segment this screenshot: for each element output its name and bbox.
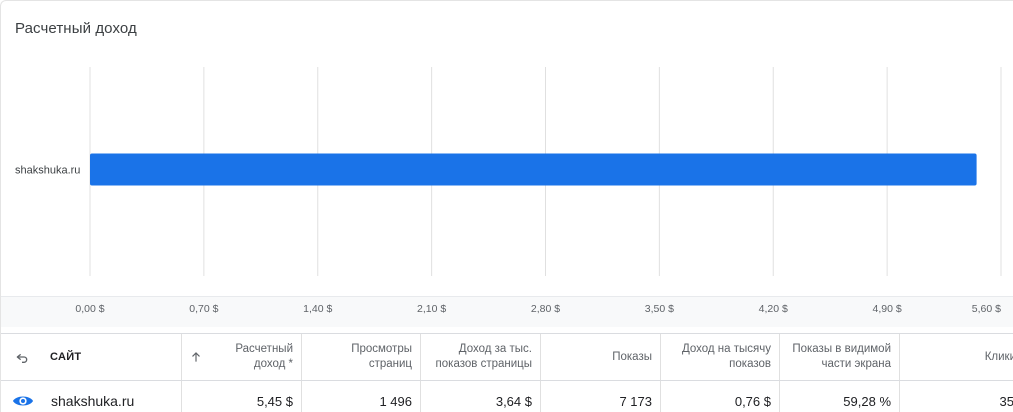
header-pageviews[interactable]: Просмотры страниц (302, 334, 421, 380)
x-tick-label: 0,00 $ (75, 303, 104, 315)
header-impressions-label: Показы (612, 350, 652, 363)
x-tick-label: 2,80 $ (531, 303, 560, 315)
category-labels: shakshuka.ru (15, 165, 80, 177)
x-tick-label: 5,60 $ (972, 303, 1001, 315)
row-impression-rpm: 0,76 $ (661, 381, 780, 412)
row-page-rpm: 3,64 $ (421, 381, 541, 412)
header-rpm-line2: показов страницы (435, 358, 532, 370)
header-page-rpm[interactable]: Доход за тыс. показов страницы (421, 334, 541, 380)
report-table: САЙТ Расчетный доход * Просмотры страниц Д… (1, 333, 1013, 412)
header-clicks-label: Клики (984, 350, 1013, 363)
table-header-row: САЙТ Расчетный доход * Просмотры страниц Д… (1, 334, 1013, 381)
eye-icon[interactable] (12, 393, 34, 409)
x-tick-label: 0,70 $ (189, 303, 218, 315)
header-viewability[interactable]: Показы в видимой части экрана (780, 334, 900, 380)
bars (90, 153, 977, 186)
header-impr-rpm-line1: Доход на тысячу (681, 343, 771, 355)
revenue-card: Расчетный доход shakshuka.ru 0,00 $0,70 … (0, 0, 1013, 412)
undo-arrow-icon[interactable] (14, 349, 30, 365)
header-viewability-line2: части экрана (821, 358, 891, 370)
arrow-up-icon (192, 352, 200, 362)
header-clicks[interactable]: Клики (900, 334, 1013, 380)
revenue-bar-chart: shakshuka.ru 0,00 $ 0,70 $ 1,40 $ 2,10 $ 2,8… (15, 67, 1002, 315)
row-site-cell: shakshuka.ru (1, 381, 182, 412)
header-viewability-line1: Показы в видимой (792, 343, 891, 355)
category-label: shakshuka.ru (15, 165, 80, 177)
header-site-cell: САЙТ (1, 334, 182, 380)
row-clicks: 35 (999, 393, 1013, 409)
header-revenue-line1: Расчетный (235, 343, 293, 355)
header-pageviews-line1: Просмотры (351, 343, 412, 355)
x-tick-label: 2,10 $ (417, 303, 446, 315)
header-impr-rpm-line2: показов (729, 358, 771, 370)
header-rpm-line1: Доход за тыс. (458, 343, 532, 355)
x-tick-label: 4,90 $ (873, 303, 902, 315)
x-tick-label: 4,20 $ (759, 303, 788, 315)
header-revenue[interactable]: Расчетный доход * (182, 334, 302, 380)
header-impressions[interactable]: Показы (541, 334, 661, 380)
row-revenue: 5,45 $ (182, 381, 302, 412)
header-pageviews-line2: страниц (368, 358, 412, 370)
x-tick-labels: 0,00 $ 0,70 $ 1,40 $ 2,10 $ 2,80 $ 3,50 $ 4,20… (75, 303, 1001, 315)
header-revenue-line2: доход * (253, 358, 293, 370)
header-impression-rpm[interactable]: Доход на тысячу показов (661, 334, 780, 380)
row-site-name[interactable]: shakshuka.ru (51, 393, 134, 409)
header-site[interactable]: САЙТ (50, 350, 81, 365)
bar[interactable] (90, 153, 977, 186)
row-pageviews: 1 496 (302, 381, 421, 412)
table-row: shakshuka.ru 5,45 $ 1 496 3,64 $ 7 173 0… (1, 381, 1013, 412)
row-viewability: 59,28 % (780, 381, 900, 412)
x-tick-label: 3,50 $ (645, 303, 674, 315)
row-impressions: 7 173 (541, 381, 661, 412)
x-tick-label: 1,40 $ (303, 303, 332, 315)
